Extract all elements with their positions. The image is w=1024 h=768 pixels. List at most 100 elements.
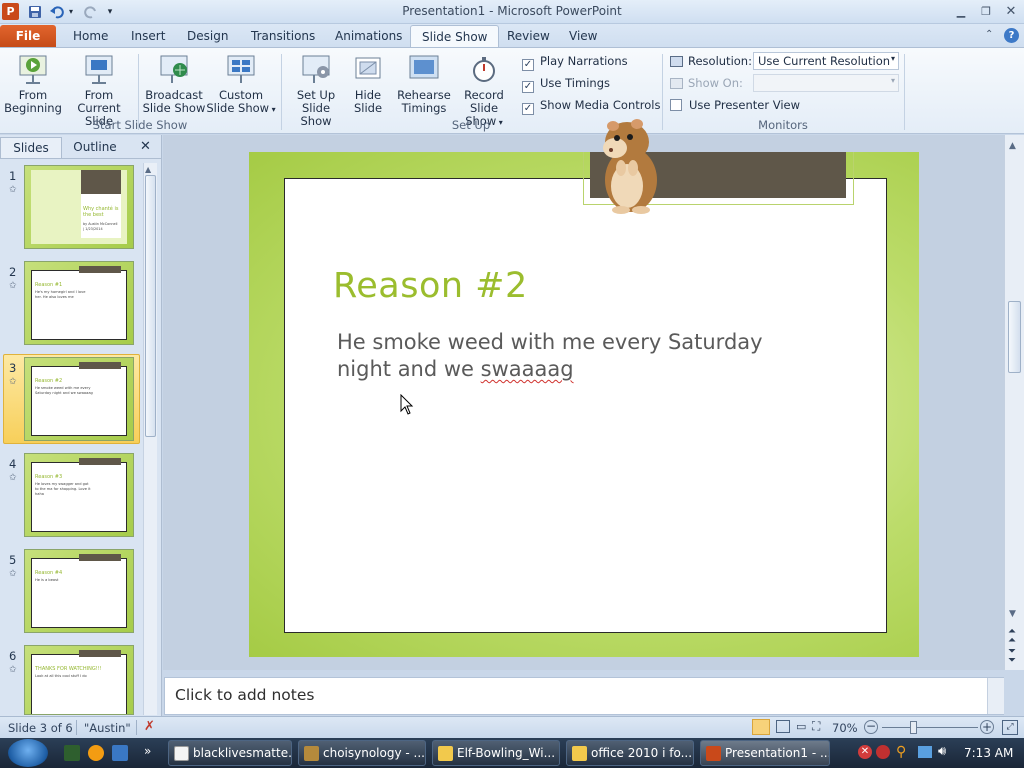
- start-button-icon[interactable]: [8, 739, 48, 767]
- slide-thumbnail-5[interactable]: Reason #4 He is a beast: [24, 549, 134, 633]
- play-from-beginning-icon: [17, 54, 49, 86]
- chevron-down-icon: ▾: [269, 105, 276, 114]
- from-beginning-button[interactable]: From Beginning: [4, 54, 62, 115]
- tray-alert-icon[interactable]: ✕: [858, 745, 872, 759]
- play-from-current-icon: [83, 54, 115, 86]
- broadcast-slide-show-button[interactable]: Broadcast Slide Show: [142, 54, 206, 115]
- tab-insert[interactable]: Insert: [120, 25, 176, 48]
- slide-thumbnail-6[interactable]: THANKS FOR WATCHING!!! Look at all this …: [24, 645, 134, 715]
- slide-thumbnail-2[interactable]: Reason #1 He's my homegirl and I love he…: [24, 261, 134, 345]
- scrollbar-thumb[interactable]: [1008, 301, 1021, 373]
- show-on-label: Show On:: [670, 76, 743, 90]
- hamster-image[interactable]: [585, 110, 675, 215]
- slide-show-view-icon[interactable]: ⛶: [812, 719, 820, 734]
- animation-star-icon: ✩: [9, 377, 17, 387]
- slide-thumbnail-3[interactable]: Reason #2 He smoke weed with me every Sa…: [24, 357, 134, 441]
- next-slide-icon[interactable]: ⏷ ⏷: [1008, 647, 1016, 666]
- previous-slide-icon[interactable]: ⏶ ⏶: [1008, 627, 1016, 646]
- taskbar-item[interactable]: blacklivesmatte...: [168, 740, 292, 766]
- rehearse-timings-icon: [408, 54, 440, 86]
- close-icon[interactable]: ✕: [1000, 4, 1022, 19]
- slide-thumbnail-4[interactable]: Reason #3 He loves my swagger and got to…: [24, 453, 134, 537]
- group-separator: [904, 54, 905, 130]
- scroll-down-icon[interactable]: ▼: [1009, 609, 1016, 619]
- tab-file[interactable]: File: [0, 25, 56, 48]
- resolution-label: Resolution:: [670, 54, 752, 68]
- tab-animations[interactable]: Animations: [324, 25, 413, 48]
- close-pane-icon[interactable]: ✕: [140, 139, 151, 154]
- slide-scrollbar[interactable]: ▲ ▼ ⏶ ⏶ ⏷ ⏷: [1004, 135, 1024, 670]
- tab-outline[interactable]: Outline: [63, 137, 127, 158]
- taskbar-item-active[interactable]: Presentation1 - ...: [700, 740, 830, 766]
- network-icon[interactable]: [918, 746, 932, 758]
- restore-icon[interactable]: ❐: [975, 4, 997, 19]
- set-up-slide-show-button[interactable]: Set Up Slide Show: [285, 54, 347, 128]
- more-chevron-icon[interactable]: »: [144, 744, 151, 758]
- folder-icon: [438, 746, 453, 761]
- help-icon[interactable]: ?: [1004, 28, 1019, 43]
- zoom-in-icon[interactable]: +: [980, 720, 994, 734]
- reading-view-icon[interactable]: ▭: [796, 720, 806, 733]
- custom-slide-show-button[interactable]: Custom Slide Show ▾: [206, 54, 276, 116]
- zoom-slider-thumb[interactable]: [910, 721, 917, 734]
- use-presenter-view-checkbox[interactable]: Use Presenter View: [670, 98, 800, 112]
- taskbar-item[interactable]: choisynology - ...: [298, 740, 426, 766]
- scrollbar-thumb[interactable]: [145, 175, 156, 437]
- tab-slides[interactable]: Slides: [0, 137, 62, 158]
- tab-transitions[interactable]: Transitions: [240, 25, 326, 48]
- page-icon: [174, 746, 189, 761]
- show-on-dropdown[interactable]: ▾: [753, 74, 899, 92]
- title-bar: P ▾ ▾ Presentation1 - Microsoft PowerPoi…: [0, 0, 1024, 24]
- tray-icon[interactable]: [876, 745, 890, 759]
- notes-pane[interactable]: Click to add notes: [164, 677, 1004, 715]
- resolution-dropdown[interactable]: Use Current Resolution ▾: [753, 52, 899, 70]
- monitor-icon: [670, 56, 683, 67]
- taskbar-item[interactable]: Elf-Bowling_Wi...: [432, 740, 560, 766]
- slide-title[interactable]: Reason #2: [333, 266, 528, 306]
- use-timings-checkbox[interactable]: ✓ Use Timings: [522, 76, 610, 93]
- notes-scrollbar[interactable]: [987, 678, 1004, 714]
- taskbar-item[interactable]: office 2010 i fo...: [566, 740, 694, 766]
- quick-launch-icon[interactable]: [112, 745, 128, 761]
- slide-number: 3: [9, 361, 17, 375]
- play-narrations-checkbox[interactable]: ✓ Play Narrations: [522, 54, 628, 71]
- spelling-check-icon[interactable]: ✗: [144, 719, 155, 734]
- slide-counter: Slide 3 of 6: [8, 721, 73, 735]
- tab-review[interactable]: Review: [496, 25, 561, 48]
- hide-slide-button[interactable]: Hide Slide: [349, 54, 387, 115]
- tab-home[interactable]: Home: [62, 25, 119, 48]
- fit-slide-icon[interactable]: ⤢: [1002, 720, 1018, 735]
- browser-icon[interactable]: [88, 745, 104, 761]
- normal-view-icon[interactable]: [752, 719, 770, 735]
- tab-design[interactable]: Design: [176, 25, 239, 48]
- hide-slide-icon: [352, 54, 384, 86]
- scroll-up-icon[interactable]: ▲: [145, 165, 151, 174]
- checkbox-checked-icon[interactable]: ✓: [522, 81, 534, 93]
- checkbox-checked-icon[interactable]: ✓: [522, 103, 534, 115]
- mouse-cursor-icon: [400, 393, 414, 419]
- from-current-slide-button[interactable]: From Current Slide: [64, 54, 134, 128]
- slide-number: 5: [9, 553, 17, 567]
- animation-star-icon: ✩: [9, 569, 17, 579]
- zoom-out-icon[interactable]: −: [864, 720, 878, 734]
- zoom-level[interactable]: 70%: [832, 721, 858, 735]
- minimize-ribbon-icon[interactable]: ⌃: [985, 29, 993, 40]
- volume-icon[interactable]: 🔊︎: [938, 744, 946, 759]
- clock[interactable]: 7:13 AM: [964, 746, 1013, 760]
- tab-slide-show[interactable]: Slide Show: [410, 25, 500, 48]
- tab-view[interactable]: View: [558, 25, 608, 48]
- misspelled-word[interactable]: swaaaag: [481, 357, 574, 381]
- rehearse-timings-button[interactable]: Rehearse Timings: [396, 54, 452, 115]
- scroll-up-icon[interactable]: ▲: [1009, 141, 1016, 151]
- slide-thumbnail-1[interactable]: Why chanté is the best by Austin McConne…: [24, 165, 134, 249]
- zoom-slider-track[interactable]: [882, 727, 978, 728]
- search-icon[interactable]: ⚲: [896, 744, 906, 760]
- show-desktop-icon[interactable]: [64, 745, 80, 761]
- animation-star-icon: ✩: [9, 473, 17, 483]
- slides-scrollbar[interactable]: ▲: [143, 163, 157, 715]
- slide-sorter-view-icon[interactable]: [776, 720, 790, 733]
- chevron-down-icon: ▾: [890, 54, 895, 63]
- slide-body-text[interactable]: He smoke weed with me every Saturday nig…: [337, 329, 807, 383]
- checkbox-checked-icon[interactable]: ✓: [522, 59, 534, 71]
- minimize-icon[interactable]: ▁: [950, 4, 972, 19]
